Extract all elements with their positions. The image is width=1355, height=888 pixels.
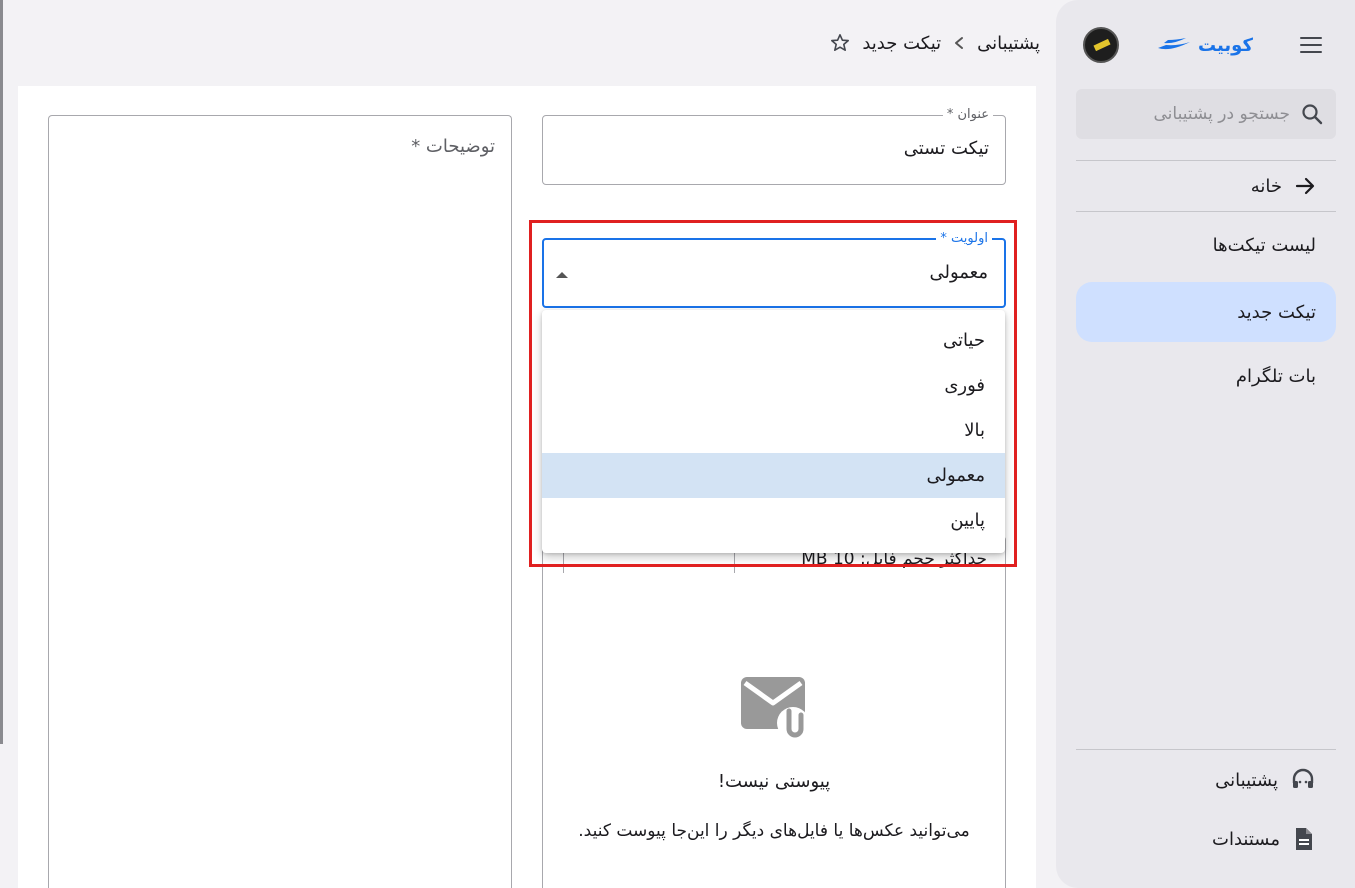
sidebar-item-label: لیست تیکت‌ها xyxy=(1212,234,1316,256)
brand-logo[interactable]: کوبیت xyxy=(1156,30,1253,60)
sidebar-item-label: مستندات xyxy=(1212,828,1280,850)
priority-select[interactable]: اولویت * معمولی xyxy=(542,231,1006,308)
sidebar-item-label: خانه xyxy=(1250,175,1282,197)
window-edge xyxy=(0,0,3,744)
no-attachment-title: پیوستی نیست! xyxy=(717,771,831,792)
user-avatar[interactable] xyxy=(1083,27,1119,63)
sidebar-item-docs[interactable]: مستندات xyxy=(1076,809,1336,869)
caret-up-icon xyxy=(556,272,568,278)
arrow-right-icon xyxy=(1295,177,1315,195)
headset-icon xyxy=(1292,768,1314,788)
search-input[interactable] xyxy=(1100,104,1290,124)
sidebar-item-label: پشتیبانی xyxy=(1215,769,1278,791)
priority-option-normal[interactable]: معمولی xyxy=(542,453,1005,498)
title-field[interactable]: عنوان * تیکت تستی xyxy=(542,107,1006,185)
description-label: توضیحات * xyxy=(411,136,495,157)
priority-label: اولویت * xyxy=(936,231,992,246)
sidebar: کوبیت خانه لیست تیکت‌ها تیکت جدید بات تل… xyxy=(1056,0,1355,888)
star-icon[interactable] xyxy=(830,33,850,53)
search-icon xyxy=(1302,104,1323,125)
breadcrumb: پشتیبانی تیکت جدید xyxy=(800,25,1040,61)
sidebar-item-home[interactable]: خانه xyxy=(1076,160,1336,212)
sidebar-item-label: بات تلگرام xyxy=(1235,365,1316,387)
priority-option-critical[interactable]: حیاتی xyxy=(542,318,1005,363)
description-field[interactable]: توضیحات * xyxy=(48,115,512,888)
chevron-left-icon xyxy=(955,37,964,49)
title-value[interactable]: تیکت تستی xyxy=(904,138,989,159)
priority-options-menu: حیاتی فوری بالا معمولی پایین xyxy=(542,310,1005,553)
priority-option-low[interactable]: پایین xyxy=(542,498,1005,543)
document-icon xyxy=(1296,828,1312,850)
priority-option-high[interactable]: بالا xyxy=(542,408,1005,453)
sidebar-item-new-ticket[interactable]: تیکت جدید xyxy=(1076,282,1336,342)
sidebar-item-ticket-list[interactable]: لیست تیکت‌ها xyxy=(1076,215,1336,275)
divider xyxy=(1076,211,1336,212)
sidebar-item-telegram-bot[interactable]: بات تلگرام xyxy=(1076,346,1336,406)
breadcrumb-current: تیکت جدید xyxy=(862,32,942,54)
hamburger-menu-icon[interactable] xyxy=(1296,30,1326,60)
sidebar-item-support[interactable]: پشتیبانی xyxy=(1076,750,1336,810)
breadcrumb-parent[interactable]: پشتیبانی xyxy=(977,33,1040,54)
sidebar-item-label: تیکت جدید xyxy=(1237,301,1316,323)
priority-option-urgent[interactable]: فوری xyxy=(542,363,1005,408)
boat-logo-icon xyxy=(1158,38,1190,50)
attachment-area[interactable]: حداکثر حجم فایل: 10 MB پیوستی نیست! می‌ت… xyxy=(542,536,1006,888)
no-attachment-subtitle: می‌توانید عکس‌ها یا فایل‌های دیگر را این… xyxy=(578,821,970,841)
sidebar-search[interactable] xyxy=(1076,89,1336,139)
mail-attachment-icon xyxy=(741,677,809,739)
priority-value: معمولی xyxy=(929,262,988,283)
brand-name: کوبیت xyxy=(1198,34,1253,56)
title-label: عنوان * xyxy=(942,107,993,122)
